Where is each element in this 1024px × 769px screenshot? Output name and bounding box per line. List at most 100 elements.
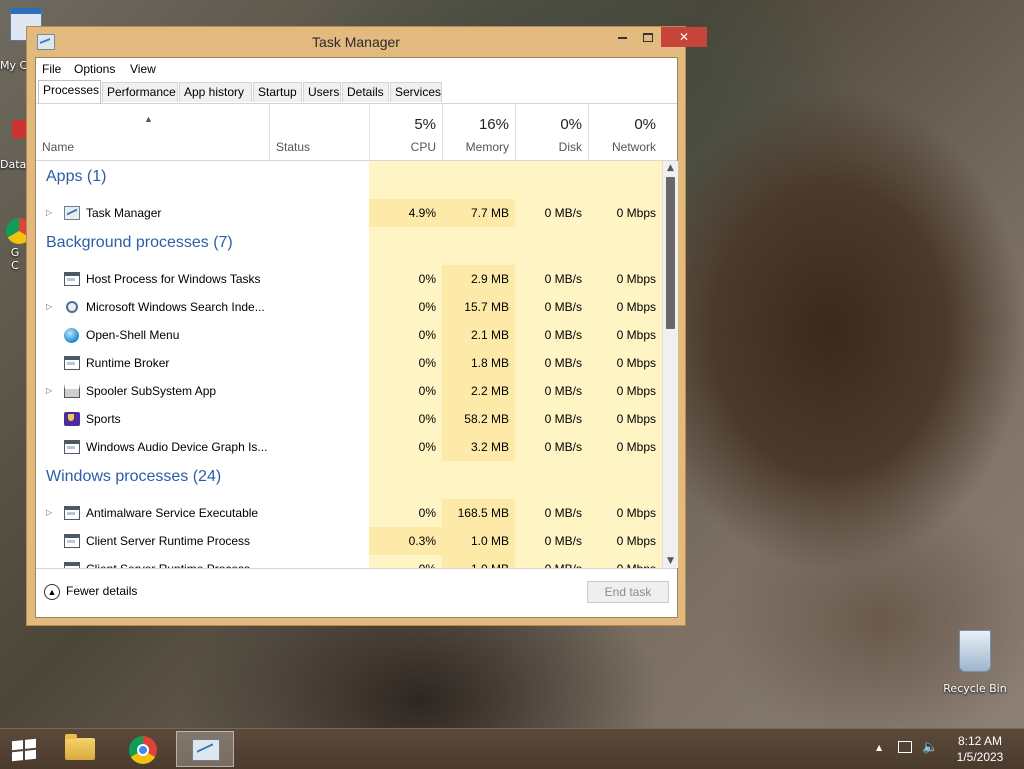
- group-header[interactable]: Windows processes (24): [36, 461, 662, 499]
- tab-app-history[interactable]: App history: [179, 82, 252, 102]
- process-memory: 3.2 MB: [442, 433, 515, 461]
- window-app-icon: [64, 506, 80, 520]
- taskbar-task-manager[interactable]: [176, 731, 234, 767]
- process-disk: 0 MB/s: [544, 412, 582, 426]
- process-row[interactable]: Sports 0% 58.2 MB 0 MB/s 0 Mbps: [36, 405, 662, 433]
- footer-bar: ▲ Fewer details End task: [36, 568, 677, 619]
- clock-date: 1/5/2023: [956, 750, 1004, 764]
- vertical-scrollbar[interactable]: ▲ ▼: [662, 161, 678, 568]
- column-status[interactable]: Status: [269, 104, 369, 160]
- tab-processes[interactable]: Processes: [38, 80, 101, 103]
- scroll-up-arrow-icon[interactable]: ▲: [663, 161, 678, 175]
- shell-globe-icon: [64, 328, 79, 343]
- clock-time: 8:12 AM: [957, 734, 1003, 748]
- process-disk: 0 MB/s: [544, 384, 582, 398]
- process-cpu: 0%: [418, 440, 436, 454]
- start-button[interactable]: [0, 731, 56, 767]
- expand-chevron-icon[interactable]: ▷: [46, 499, 52, 527]
- column-disk[interactable]: 0% Disk: [515, 104, 588, 160]
- process-name: Windows Audio Device Graph Is...: [86, 440, 268, 454]
- tab-users[interactable]: Users: [303, 82, 341, 102]
- process-cpu: 4.9%: [369, 199, 442, 227]
- task-manager-icon: [64, 206, 80, 220]
- expand-chevron-icon[interactable]: ▷: [46, 293, 52, 321]
- column-status-label: Status: [276, 140, 311, 154]
- process-network: 0 Mbps: [616, 356, 656, 370]
- network-total-percent: 0%: [634, 116, 656, 133]
- process-row[interactable]: ▷ Antimalware Service Executable 0% 168.5 M…: [36, 499, 662, 527]
- group-header[interactable]: Background processes (7): [36, 227, 662, 265]
- scroll-thumb[interactable]: [666, 177, 675, 329]
- process-row[interactable]: Host Process for Windows Tasks 0% 2.9 MB 0 …: [36, 265, 662, 293]
- group-title: Background processes (7): [46, 234, 233, 251]
- process-network: 0 Mbps: [616, 272, 656, 286]
- group-title: Windows processes (24): [46, 468, 222, 485]
- tab-performance[interactable]: Performance: [102, 82, 178, 102]
- column-cpu-label: CPU: [410, 140, 436, 154]
- folder-icon: [65, 734, 95, 760]
- process-memory: 1.0 MB: [442, 555, 515, 568]
- process-cpu: 0.3%: [369, 527, 442, 555]
- tab-details[interactable]: Details: [342, 82, 389, 102]
- window-title: Task Manager: [312, 34, 400, 50]
- process-row[interactable]: ▷ Spooler SubSystem App 0% 2.2 MB 0 MB/s 0 Mb…: [36, 377, 662, 405]
- column-network[interactable]: 0% Network: [588, 104, 662, 160]
- expand-chevron-icon[interactable]: ▷: [46, 377, 52, 405]
- process-cpu: 0%: [418, 300, 436, 314]
- process-disk: 0 MB/s: [544, 206, 582, 220]
- maximize-button[interactable]: [635, 27, 661, 47]
- show-hidden-icons-icon[interactable]: ▲: [876, 743, 882, 752]
- process-row[interactable]: Runtime Broker 0% 1.8 MB 0 MB/s 0 Mbps: [36, 349, 662, 377]
- expand-chevron-icon[interactable]: ▷: [46, 199, 52, 227]
- clock[interactable]: 8:12 AM 1/5/2023: [944, 733, 1016, 765]
- process-network: 0 Mbps: [588, 555, 662, 568]
- menu-file[interactable]: File: [42, 62, 61, 76]
- cpu-total-percent: 5%: [414, 116, 436, 133]
- printer-icon: [64, 384, 80, 398]
- search-user-icon: [66, 301, 78, 313]
- process-row[interactable]: Windows Audio Device Graph Is... 0% 3.2 MB…: [36, 433, 662, 461]
- column-memory[interactable]: 16% Memory: [442, 104, 515, 160]
- scroll-down-arrow-icon[interactable]: ▼: [663, 554, 678, 568]
- column-cpu[interactable]: 5% CPU: [369, 104, 442, 160]
- close-button[interactable]: ✕: [661, 27, 707, 47]
- process-cpu: 0%: [418, 272, 436, 286]
- process-disk: 0 MB/s: [544, 440, 582, 454]
- end-task-button[interactable]: End task: [587, 581, 669, 603]
- process-memory: 168.5 MB: [442, 499, 515, 527]
- disk-total-percent: 0%: [560, 116, 582, 133]
- group-header[interactable]: Apps (1): [36, 161, 662, 199]
- process-row[interactable]: ▷ Task Manager 4.9% 7.7 MB 0 MB/s 0 Mbps: [36, 199, 662, 227]
- group-title: Apps (1): [46, 168, 107, 185]
- trophy-icon: [64, 412, 80, 426]
- network-icon[interactable]: [898, 741, 912, 753]
- process-list[interactable]: Apps (1) ▷ Task Manager 4.9% 7.7 MB 0 MB/s 0 M…: [36, 161, 662, 568]
- task-manager-icon: [192, 739, 220, 761]
- process-row[interactable]: Client Server Runtime Process 0.3% 1.0 MB 0…: [36, 527, 662, 555]
- column-name[interactable]: Name: [36, 104, 269, 160]
- title-bar[interactable]: Task Manager ✕: [27, 27, 707, 57]
- column-network-label: Network: [611, 140, 656, 154]
- process-row[interactable]: Open-Shell Menu 0% 2.1 MB 0 MB/s 0 Mbps: [36, 321, 662, 349]
- taskbar-chrome[interactable]: [120, 731, 176, 767]
- fewer-details-button[interactable]: ▲ Fewer details: [44, 584, 137, 600]
- process-name: Open-Shell Menu: [86, 328, 180, 342]
- menu-options[interactable]: Options: [74, 62, 115, 76]
- desktop-icon-label: Recycle Bin: [943, 682, 1007, 695]
- menu-view[interactable]: View: [130, 62, 156, 76]
- window-app-icon: [64, 440, 80, 454]
- fewer-details-label: Fewer details: [66, 584, 138, 599]
- desktop-icon-recycle-bin[interactable]: Recycle Bin: [940, 630, 1010, 695]
- tab-startup[interactable]: Startup: [253, 82, 302, 102]
- tab-services[interactable]: Services: [390, 82, 442, 102]
- process-row[interactable]: ▷ Microsoft Windows Search Inde... 0% 15.7 …: [36, 293, 662, 321]
- process-row[interactable]: Client Server Runtime Process0%1.0 MB0 M…: [36, 555, 662, 568]
- process-name: Client Server Runtime Process: [86, 534, 251, 548]
- process-cpu: 0%: [369, 555, 442, 568]
- taskbar-file-explorer[interactable]: [56, 731, 112, 767]
- minimize-button[interactable]: [609, 27, 635, 47]
- process-memory: 7.7 MB: [442, 199, 515, 227]
- process-name: Microsoft Windows Search Inde...: [86, 300, 265, 314]
- process-disk: 0 MB/s: [544, 272, 582, 286]
- volume-icon[interactable]: 🔈: [922, 740, 938, 755]
